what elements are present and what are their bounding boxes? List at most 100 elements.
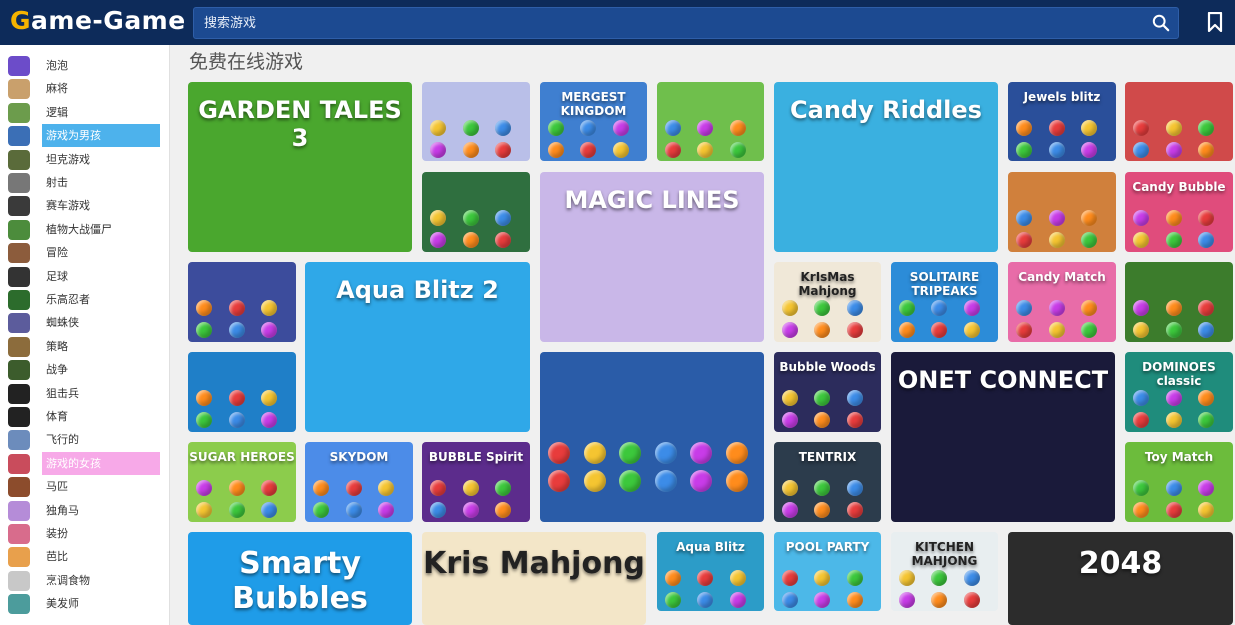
tile-decoration — [1133, 390, 1149, 406]
game-tile[interactable]: TENTRIX — [774, 442, 881, 522]
game-tile[interactable]: 2048 — [1008, 532, 1233, 625]
game-tile[interactable] — [188, 262, 296, 342]
game-tile[interactable]: Kris Mahjong — [422, 532, 646, 625]
game-tile-title: 2048 — [1078, 546, 1163, 581]
game-tile[interactable]: Candy Bubble — [1125, 172, 1233, 252]
sidebar-item[interactable]: 狙击兵 — [0, 382, 168, 405]
tile-decoration — [846, 592, 863, 608]
tile-decoration — [495, 480, 512, 496]
search-input[interactable] — [204, 8, 1134, 38]
sidebar-item[interactable]: 蜘蛛侠 — [0, 311, 168, 334]
tile-decoration — [814, 390, 831, 406]
sidebar-item[interactable]: 策略 — [0, 335, 168, 358]
sidebar-item[interactable]: 麻将 — [0, 77, 168, 100]
sidebar-item[interactable]: 逻辑 — [0, 101, 168, 124]
game-tile[interactable] — [422, 82, 530, 161]
tile-decoration — [261, 322, 278, 338]
bookmark-icon[interactable] — [1207, 12, 1223, 32]
tile-decoration — [548, 442, 570, 464]
sidebar-item-icon — [8, 430, 30, 451]
tile-decoration — [462, 210, 479, 226]
sidebar-item[interactable]: 独角马 — [0, 499, 168, 522]
sidebar-item[interactable]: 足球 — [0, 265, 168, 288]
game-tile[interactable]: BUBBLE Spirit — [422, 442, 530, 522]
tile-decoration — [228, 480, 245, 496]
game-tile[interactable]: Jewels blitz — [1008, 82, 1116, 161]
game-tile[interactable]: Toy Match — [1125, 442, 1233, 522]
game-tile[interactable] — [422, 172, 530, 252]
game-tile[interactable]: SKYDOM — [305, 442, 413, 522]
sidebar-item[interactable]: 装扮 — [0, 522, 168, 545]
game-tile[interactable]: SOLITAIRE TRIPEAKS — [891, 262, 998, 342]
tile-decoration — [612, 120, 629, 136]
game-tile[interactable] — [1125, 262, 1233, 342]
game-tile[interactable]: MAGIC LINES — [540, 172, 764, 342]
tile-decoration — [378, 502, 395, 518]
tile-decoration — [1165, 210, 1182, 226]
tile-decoration — [846, 390, 863, 406]
game-tile[interactable] — [657, 82, 764, 161]
game-tile[interactable] — [540, 352, 764, 522]
sidebar-item-icon — [8, 407, 30, 427]
sidebar-item[interactable]: 战争 — [0, 358, 168, 381]
tile-decoration — [1165, 502, 1182, 518]
sidebar-item[interactable]: 泡泡 — [0, 54, 168, 77]
game-tile[interactable]: Smarty Bubbles — [188, 532, 412, 625]
game-tile[interactable]: Bubble Woods — [774, 352, 881, 432]
tile-decoration — [495, 142, 512, 158]
tile-decoration — [665, 592, 681, 608]
game-tile[interactable]: MERGEST KINGDOM — [540, 82, 647, 161]
game-tile[interactable] — [1125, 82, 1233, 161]
tile-decoration — [462, 120, 479, 136]
game-tile[interactable]: Candy Riddles — [774, 82, 998, 252]
game-tile[interactable]: GARDEN TALES 3 — [188, 82, 412, 252]
game-tile[interactable]: DOMINOES classic — [1125, 352, 1233, 432]
tile-decoration — [1048, 210, 1065, 226]
game-tile[interactable]: KITCHEN MAHJONG — [891, 532, 998, 611]
tile-decoration — [196, 480, 212, 496]
sidebar-item[interactable]: 游戏为男孩 — [0, 124, 168, 148]
game-tile[interactable]: Aqua Blitz 2 — [305, 262, 530, 432]
tile-decoration — [782, 300, 798, 316]
tile-decoration — [697, 570, 714, 586]
game-tile[interactable]: POOL PARTY — [774, 532, 881, 611]
tile-decoration — [729, 570, 746, 586]
game-tile[interactable]: Candy Match — [1008, 262, 1116, 342]
sidebar-item[interactable]: 赛车游戏 — [0, 194, 168, 217]
tile-decoration — [899, 592, 915, 608]
sidebar-item[interactable]: 烹调食物 — [0, 569, 168, 592]
tile-decoration — [782, 412, 798, 428]
sidebar-item[interactable]: 游戏的女孩 — [0, 451, 168, 475]
search-icon[interactable] — [1152, 14, 1170, 32]
sidebar-item[interactable]: 芭比 — [0, 545, 168, 568]
game-tile[interactable]: SUGAR HEROES — [188, 442, 296, 522]
game-tile[interactable]: Aqua Blitz — [657, 532, 764, 611]
sidebar-item[interactable]: 冒险 — [0, 241, 168, 264]
sidebar-item[interactable]: 植物大战僵尸 — [0, 218, 168, 241]
tile-decoration — [1133, 142, 1149, 158]
sidebar-item-icon — [8, 149, 30, 170]
sidebar-item-icon — [8, 56, 30, 76]
sidebar-item-label: 坦克游戏 — [46, 152, 90, 166]
tile-decoration — [345, 480, 362, 496]
game-tile-title: Candy Bubble — [1132, 180, 1226, 194]
game-tile[interactable]: ONET CONNECT — [891, 352, 1115, 522]
sidebar-item-icon — [8, 126, 30, 147]
game-tile[interactable] — [188, 352, 296, 432]
sidebar-item[interactable]: 射击 — [0, 171, 168, 194]
tile-decoration — [378, 480, 395, 496]
sidebar-item[interactable]: 乐高忍者 — [0, 288, 168, 311]
game-tile[interactable]: KrIsMas Mahjong — [774, 262, 881, 342]
game-tile-title: Toy Match — [1144, 450, 1214, 464]
sidebar-item[interactable]: 体育 — [0, 405, 168, 428]
sidebar-item[interactable]: 马匹 — [0, 475, 168, 498]
site-logo[interactable]: Game-Game — [10, 6, 186, 35]
sidebar-item[interactable]: 飞行的 — [0, 428, 168, 451]
sidebar-item[interactable]: 美发师 — [0, 592, 168, 615]
search-box[interactable] — [193, 7, 1179, 39]
sidebar-item[interactable]: 坦克游戏 — [0, 148, 168, 171]
sidebar-item-label: 装扮 — [46, 527, 68, 540]
game-tile[interactable] — [1008, 172, 1116, 252]
sidebar-item-label: 烹调食物 — [46, 573, 90, 587]
sidebar-item-label: 乐高忍者 — [46, 293, 90, 306]
